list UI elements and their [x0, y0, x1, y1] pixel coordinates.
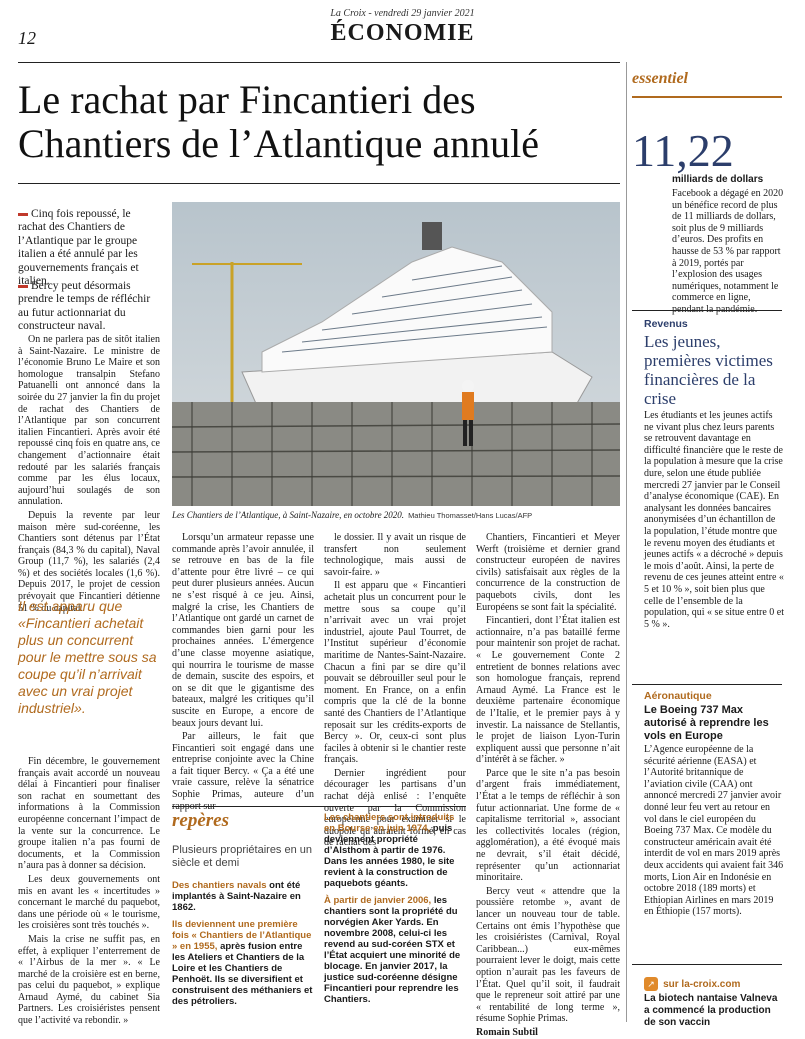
web-icon: ↗ [644, 977, 658, 991]
chapo-text-2: Bercy peut désormais prendre le temps de… [18, 280, 151, 333]
sidebar-rule [632, 684, 782, 685]
reperes-col-2: Les chantiers sont introduits en Bourse … [324, 812, 466, 1007]
reperes-col-1: Des chantiers navals ont été implantés à… [172, 880, 314, 1009]
reperes-title: repères [172, 810, 229, 831]
paragraph: Chantiers, Fincantieri et Meyer Werft (t… [476, 532, 620, 613]
reperes-subtitle: Plusieurs propriétaires en un siècle et … [172, 844, 313, 869]
column-3: le dossier. Il y avait un risque de tran… [324, 532, 466, 851]
section-title: ÉCONOMIE [330, 20, 475, 46]
big-number-unit: milliards de dollars [672, 174, 764, 185]
big-number: 11,22 [632, 125, 734, 176]
photo-credit: Mathieu Thomasset/Hans Lucas/AFP [408, 511, 533, 520]
sidebar-title-3: Le Boeing 737 Max autorisé à reprendre l… [644, 704, 769, 742]
header-rule [18, 62, 620, 63]
reperes-lead: Des chantiers navals [172, 880, 267, 891]
reperes-item: Des chantiers navals ont été implantés à… [172, 880, 314, 913]
paragraph: Les deux gouvernements ont mis en avant … [18, 873, 160, 932]
sidebar-divider [626, 62, 627, 1022]
sidebar-kicker-2: Revenus [644, 318, 688, 330]
web-link-label[interactable]: sur la-croix.com [663, 979, 740, 990]
sidebar-head-rule [632, 96, 782, 98]
headline: Le rachat par Fincantieri des Chantiers … [18, 77, 539, 166]
paragraph: le dossier. Il y avait un risque de tran… [324, 532, 466, 578]
reperes-lead: À partir de janvier 2006, [324, 895, 432, 906]
sidebar-head: essentiel [632, 70, 688, 87]
paragraph: Par ailleurs, le fait que Fincantieri so… [172, 731, 314, 812]
photo-caption: Les Chantiers de l’Atlantique, à Saint-N… [172, 510, 620, 520]
chapo-bullet [18, 284, 28, 288]
article-photo [172, 202, 620, 506]
reperes-text: les chantiers sont la propriété du norvé… [324, 895, 461, 1005]
paragraph: Il est apparu que « Fincantieri achetait… [324, 580, 466, 766]
author-byline: Romain Subtil [476, 1026, 538, 1038]
chapo-2: Bercy peut désormais prendre le temps de… [18, 280, 160, 334]
reperes-item: Ils deviennent une première fois « Chant… [172, 919, 314, 1007]
column-1-upper: On ne parlera pas de sitôt italien à Sai… [18, 334, 160, 616]
paragraph: Bercy veut « attendre que la poussière r… [476, 885, 620, 1025]
chapo-text-1: Cinq fois repoussé, le rachat des Chanti… [18, 208, 139, 288]
chapo-1: Cinq fois repoussé, le rachat des Chanti… [18, 208, 160, 288]
reperes-item: À partir de janvier 2006, les chantiers … [324, 895, 466, 1005]
paragraph: Fincantieri, dont l’État italien est act… [476, 615, 620, 766]
paragraph: Parce que le site n’a pas besoin d’argen… [476, 767, 620, 884]
sidebar-block-3: L’Agence européenne de la sécurité aérie… [644, 744, 784, 918]
sidebar-title-2: Les jeunes, premières victimes financièr… [644, 332, 773, 408]
paragraph: Fin décembre, le gouvernement français a… [18, 756, 160, 872]
paragraph: Mais la crise ne suffit pas, en effet, à… [18, 933, 160, 1027]
reperes-rule [172, 806, 466, 807]
paragraph: On ne parlera pas de sitôt italien à Sai… [18, 334, 160, 508]
paragraph: Lorsqu’un armateur repasse une commande … [172, 532, 314, 729]
sidebar-rule [632, 310, 782, 311]
headline-rule [18, 183, 620, 184]
sidebar-rule [632, 964, 782, 965]
sidebar-block-1: Facebook a dégagé en 2020 un bénéfice re… [672, 188, 784, 315]
column-1-lower: Fin décembre, le gouvernement français a… [18, 756, 160, 1029]
sidebar-kicker-3: Aéronautique [644, 690, 712, 702]
sidebar-block-2: Les étudiants et les jeunes actifs ne vi… [644, 410, 784, 630]
chapo-bullet [18, 212, 28, 216]
reperes-item: Les chantiers sont introduits en Bourse … [324, 812, 466, 889]
masthead-date: La Croix - vendredi 29 janvier 2021 [330, 8, 475, 19]
web-link-text[interactable]: La biotech nantaise Valneva a commencé l… [644, 993, 784, 1029]
column-4: Chantiers, Fincantieri et Meyer Werft (t… [476, 532, 620, 1039]
web-link-block[interactable]: ↗ sur la-croix.com La biotech nantaise V… [644, 972, 784, 1029]
cruise-ship-image [172, 202, 620, 506]
caption-text: Les Chantiers de l’Atlantique, à Saint-N… [172, 510, 405, 520]
pull-quote: Il est apparu que «Fincantieri achetait … [18, 598, 157, 716]
column-2: Lorsqu’un armateur repasse une commande … [172, 532, 314, 814]
